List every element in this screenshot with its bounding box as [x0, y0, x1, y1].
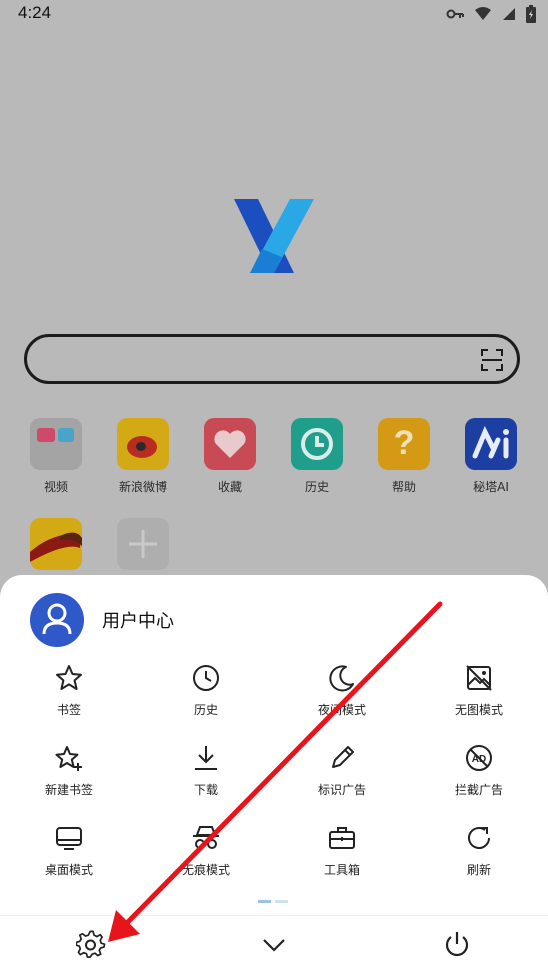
menu-toolbox[interactable]: 工具箱 [282, 823, 402, 878]
refresh-icon [468, 827, 490, 849]
download-icon [195, 746, 217, 770]
shortcut-metaso-ai[interactable]: 秘塔AI [451, 418, 531, 495]
star-icon [56, 665, 82, 690]
key-icon [446, 9, 464, 19]
shortcut-label: 新浪微博 [118, 480, 167, 494]
menu-label: 标识广告 [317, 783, 366, 797]
svg-text:AD: AD [472, 754, 486, 765]
heart-icon [204, 418, 256, 470]
menu-label: 桌面模式 [44, 863, 93, 877]
user-center-label[interactable]: 用户中心 [102, 607, 174, 633]
question-icon: ? [378, 418, 430, 470]
signal-icon [503, 8, 515, 20]
menu-label: 无图模式 [454, 703, 503, 717]
menu-label: 夜间模式 [317, 703, 366, 717]
menu-label: 下载 [193, 783, 218, 797]
clock-icon [193, 665, 219, 691]
clock-icon [291, 418, 343, 470]
menu-label: 刷新 [466, 863, 491, 877]
wifi-icon [475, 7, 491, 20]
menu-no-image-mode[interactable]: 无图模式 [419, 663, 539, 718]
search-input[interactable] [24, 334, 520, 384]
menu-bookmarks[interactable]: 书签 [9, 663, 129, 718]
shortcut-weibo[interactable]: 新浪微博 [103, 418, 183, 495]
avatar[interactable] [30, 593, 84, 647]
shortcut-label: 视频 [43, 480, 68, 494]
no-image-icon [466, 665, 492, 691]
shortcut-app[interactable] [16, 518, 96, 570]
status-icons [446, 5, 536, 23]
menu-block-ads[interactable]: AD 拦截广告 [419, 743, 539, 798]
ad-block-icon: AD [466, 745, 492, 771]
page-dot [275, 900, 288, 903]
video-folder-icon [30, 418, 82, 470]
shortcut-video[interactable]: 视频 [16, 418, 96, 495]
menu-label: 无痕模式 [181, 863, 230, 877]
settings-gear-icon[interactable] [76, 930, 106, 960]
shortcut-label: 秘塔AI [473, 480, 509, 494]
battery-icon [526, 5, 536, 23]
status-bar: 4:24 [0, 0, 548, 28]
plus-icon [117, 518, 169, 570]
menu-history[interactable]: 历史 [146, 663, 266, 718]
pencil-icon [332, 746, 354, 768]
shortcut-help[interactable]: ? 帮助 [364, 418, 444, 495]
menu-label: 拦截广告 [454, 783, 503, 797]
user-center-row[interactable]: 用户中心 [30, 593, 174, 647]
shortcut-label: 收藏 [217, 480, 242, 494]
shortcut-history[interactable]: 历史 [277, 418, 357, 495]
browser-logo [234, 199, 314, 273]
collapse-chevron-down-icon[interactable] [259, 930, 289, 960]
monitor-icon [56, 827, 82, 850]
menu-label: 书签 [56, 703, 81, 717]
menu-incognito-mode[interactable]: 无痕模式 [146, 823, 266, 878]
shortcut-label: 历史 [304, 480, 329, 494]
app-icon [30, 518, 82, 570]
incognito-icon [193, 826, 219, 849]
menu-label: 历史 [193, 703, 218, 717]
power-exit-icon[interactable] [442, 930, 472, 960]
menu-label: 工具箱 [323, 863, 360, 877]
metaso-ai-icon [465, 418, 517, 470]
shortcut-label: 帮助 [391, 480, 416, 494]
page-dot-active [258, 900, 271, 903]
weibo-icon [117, 418, 169, 470]
page-indicator [258, 900, 288, 903]
menu-night-mode[interactable]: 夜间模式 [282, 663, 402, 718]
moon-icon [329, 665, 354, 692]
star-plus-icon [55, 746, 82, 771]
toolbox-icon [329, 827, 355, 849]
menu-new-bookmark[interactable]: 新建书签 [9, 743, 129, 798]
scan-icon[interactable] [481, 349, 503, 371]
menu-mark-ads[interactable]: 标识广告 [282, 743, 402, 798]
menu-refresh[interactable]: 刷新 [419, 823, 539, 878]
menu-download[interactable]: 下载 [146, 743, 266, 798]
menu-label: 新建书签 [44, 783, 93, 797]
menu-desktop-mode[interactable]: 桌面模式 [9, 823, 129, 878]
status-time: 4:24 [18, 3, 52, 22]
shortcut-favorites[interactable]: 收藏 [190, 418, 270, 495]
add-shortcut-button[interactable] [103, 518, 183, 570]
bottom-bar [0, 915, 548, 973]
